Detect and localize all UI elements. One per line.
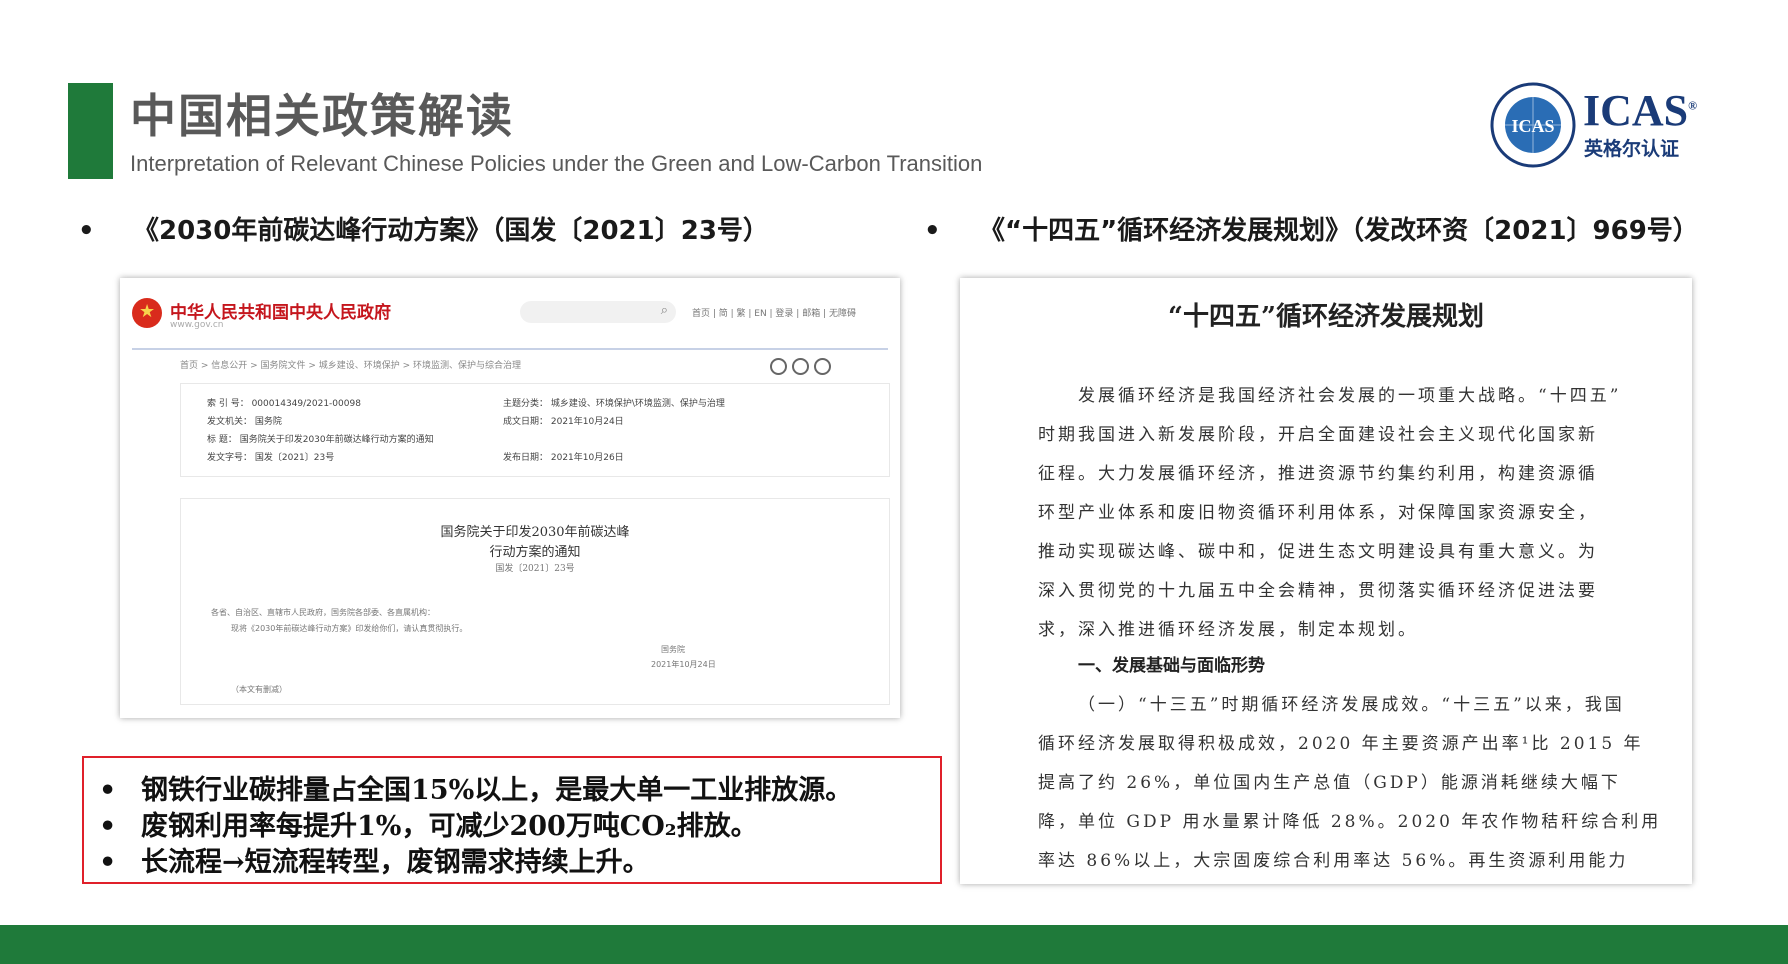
gov-site-header: ★ 中华人民共和国中央人民政府 www.gov.cn ⌕ 首页 | 简 | 繁 … bbox=[132, 296, 888, 336]
key-point-text: 废钢利用率每提升1%，可减少200万吨CO₂排放。 bbox=[141, 811, 758, 842]
plan-doc-line: 率达 86%以上，大宗固废综合利用率达 56%。再生资源利用能力 bbox=[1038, 851, 1629, 871]
left-title-text: 《2030年前碳达峰行动方案》（国发〔2021〕23号） bbox=[133, 216, 769, 246]
logo-registered: ® bbox=[1688, 98, 1698, 113]
left-section-title: • 《2030年前碳达峰行动方案》（国发〔2021〕23号） bbox=[78, 210, 769, 247]
right-section-title: • 《“十四五”循环经济发展规划》（发改环资〔2021〕969号） bbox=[924, 210, 1699, 247]
right-title-text: 《“十四五”循环经济发展规划》（发改环资〔2021〕969号） bbox=[979, 216, 1699, 246]
notice-body-line2: 现将《2030年前碳达峰行动方案》印发给你们，请认真贯彻执行。 bbox=[231, 624, 468, 633]
search-icon[interactable]: ⌕ bbox=[661, 303, 668, 318]
document-metadata: 索 引 号： 000014349/2021-00098 发文机关： 国务院 标 … bbox=[180, 383, 890, 477]
meta-date-written: 成文日期： 2021年10月24日 bbox=[503, 417, 624, 427]
plan-doc-line: 推动实现碳达峰、碳中和，促进生态文明建设具有重大意义。为 bbox=[1038, 542, 1598, 562]
gov-site-url: www.gov.cn bbox=[170, 320, 224, 330]
right-title-bullet: • bbox=[924, 216, 941, 246]
logo-wordmark: ICAS® bbox=[1583, 85, 1697, 136]
page-title: 中国相关政策解读 bbox=[130, 89, 514, 143]
title-accent-bar bbox=[68, 83, 113, 179]
share-icon[interactable] bbox=[770, 358, 787, 375]
gov-header-divider bbox=[132, 348, 888, 350]
meta-issuer: 发文机关： 国务院 bbox=[207, 417, 282, 427]
key-point-text: 钢铁行业碳排量占全国15%以上，是最大单一工业排放源。 bbox=[141, 775, 853, 806]
plan-doc-line: 时期我国进入新发展阶段，开启全面建设社会主义现代化国家新 bbox=[1038, 425, 1598, 445]
meta-date-published: 发布日期： 2021年10月26日 bbox=[503, 453, 624, 463]
plan-doc-line: 发展循环经济是我国经济社会发展的一项重大战略。“十四五” bbox=[1078, 386, 1622, 406]
key-point-item: • 钢铁行业碳排量占全国15%以上，是最大单一工业排放源。 bbox=[99, 768, 852, 807]
key-point-bullet: • bbox=[99, 811, 117, 842]
gov-document-screenshot: ★ 中华人民共和国中央人民政府 www.gov.cn ⌕ 首页 | 简 | 繁 … bbox=[120, 278, 900, 718]
gov-search-input[interactable]: ⌕ bbox=[520, 301, 676, 323]
plan-doc-line: 提高了约 26%，单位国内生产总值（GDP）能源消耗继续大幅下 bbox=[1038, 773, 1621, 793]
notice-sign-date: 2021年10月24日 bbox=[651, 660, 716, 669]
key-point-item: • 废钢利用率每提升1%，可减少200万吨CO₂排放。 bbox=[99, 804, 758, 843]
plan-doc-title: “十四五”循环经济发展规划 bbox=[1168, 302, 1484, 332]
notice-body: 国务院关于印发2030年前碳达峰 行动方案的通知 国发〔2021〕23号 各省、… bbox=[180, 498, 890, 705]
icas-badge-text: ICAS bbox=[1511, 116, 1554, 136]
plan-doc-line: 环型产业体系和废旧物资循环利用体系，对保障国家资源安全， bbox=[1038, 503, 1598, 523]
logo-wordmark-text: ICAS bbox=[1583, 86, 1689, 135]
meta-title: 标 题： 国务院关于印发2030年前碳达峰行动方案的通知 bbox=[207, 435, 434, 445]
breadcrumb[interactable]: 首页 > 信息公开 > 国务院文件 > 城乡建设、环境保护 > 环境监测、保护与… bbox=[180, 358, 521, 371]
plan-doc-line: 循环经济发展取得积极成效，2020 年主要资源产出率¹比 2015 年 bbox=[1038, 734, 1644, 754]
plan-doc-line: 降，单位 GDP 用水量累计降低 28%。2020 年农作物秸秆综合利用 bbox=[1038, 812, 1662, 832]
left-title-bullet: • bbox=[78, 216, 95, 246]
notice-signature: 国务院 bbox=[661, 645, 685, 654]
plan-doc-line: 深入贯彻党的十九届五中全会精神，贯彻落实循环经济促进法要 bbox=[1038, 581, 1598, 601]
notice-title-line2: 行动方案的通知 bbox=[489, 545, 581, 560]
meta-doc-no: 发文字号： 国发〔2021〕23号 bbox=[207, 453, 335, 463]
footer-bar bbox=[0, 925, 1788, 964]
key-point-bullet: • bbox=[99, 775, 117, 806]
key-points-box: • 钢铁行业碳排量占全国15%以上，是最大单一工业排放源。 • 废钢利用率每提升1%… bbox=[82, 756, 942, 884]
share-icon[interactable] bbox=[814, 358, 831, 375]
notice-doc-no: 国发〔2021〕23号 bbox=[495, 564, 575, 574]
page-subtitle: Interpretation of Relevant Chinese Polic… bbox=[130, 151, 983, 176]
plan-document-page: “十四五”循环经济发展规划 发展循环经济是我国经济社会发展的一项重大战略。“十四… bbox=[960, 278, 1692, 884]
notice-footnote: （本文有删减） bbox=[231, 685, 287, 694]
icas-logo: ICAS ICAS® 英格尔认证 bbox=[1488, 80, 1698, 170]
key-point-text: 长流程→短流程转型，废钢需求持续上升。 bbox=[141, 847, 650, 878]
meta-index-no: 索 引 号： 000014349/2021-00098 bbox=[207, 399, 361, 409]
national-emblem-icon: ★ bbox=[132, 298, 162, 328]
share-icon[interactable] bbox=[792, 358, 809, 375]
notice-body-line1: 各省、自治区、直辖市人民政府，国务院各部委、各直属机构： bbox=[211, 608, 435, 617]
gov-nav-links[interactable]: 首页 | 简 | 繁 | EN | 登录 | 邮箱 | 无障碍 bbox=[692, 306, 856, 319]
notice-title-line1: 国务院关于印发2030年前碳达峰 bbox=[440, 525, 630, 540]
icas-badge-icon: ICAS bbox=[1490, 82, 1576, 168]
plan-doc-line: 求，深入推进循环经济发展，制定本规划。 bbox=[1038, 620, 1418, 640]
meta-category: 主题分类： 城乡建设、环境保护\环境监测、保护与治理 bbox=[503, 399, 725, 409]
key-point-bullet: • bbox=[99, 847, 117, 878]
logo-chinese-name: 英格尔认证 bbox=[1584, 138, 1680, 160]
key-point-item: • 长流程→短流程转型，废钢需求持续上升。 bbox=[99, 840, 650, 879]
plan-doc-line: 征程。大力发展循环经济，推进资源节约集约利用，构建资源循 bbox=[1038, 464, 1598, 484]
plan-doc-heading: 一、发展基础与面临形势 bbox=[1078, 656, 1265, 676]
plan-doc-line: （一）“十三五”时期循环经济发展成效。“十三五”以来，我国 bbox=[1078, 695, 1625, 715]
